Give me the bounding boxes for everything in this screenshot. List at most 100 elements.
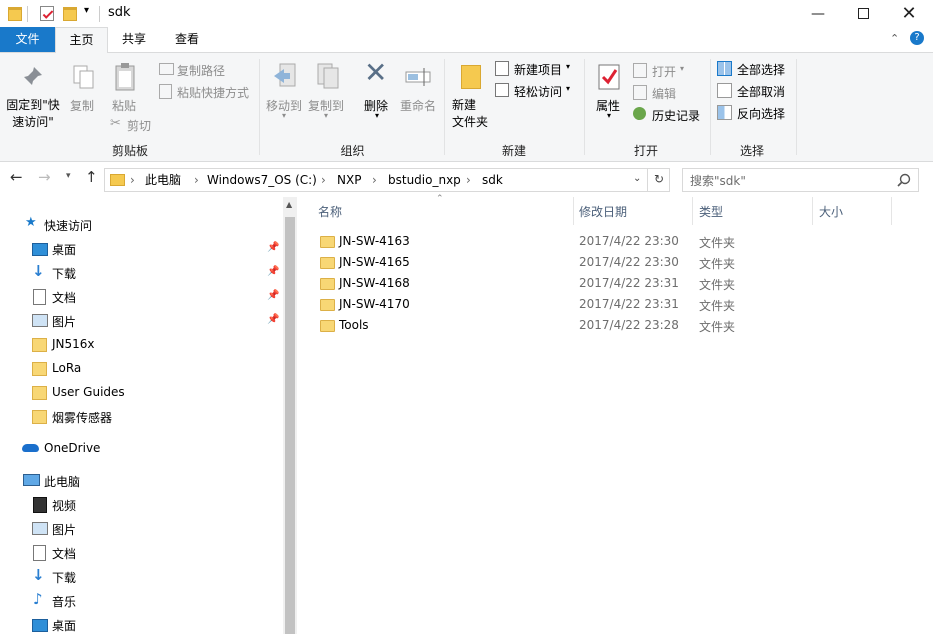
invert-selection-button[interactable]: 反向选择 (717, 105, 792, 123)
navigation-scrollbar[interactable]: ▲ (283, 197, 297, 634)
breadcrumb-this-pc[interactable]: 此电脑 (145, 169, 181, 191)
copy-path-label: 复制路径 (177, 64, 226, 78)
window-title: sdk (108, 5, 131, 20)
copy-to-button[interactable]: 复制到 ▾ (306, 59, 346, 129)
open-button[interactable]: 打开 ▾ (633, 63, 703, 81)
recent-locations-icon[interactable]: ▾ (66, 171, 71, 181)
select-none-button[interactable]: 全部取消 (717, 83, 792, 101)
nav-item-smoke-sensor[interactable]: 烟雾传感器 (0, 405, 280, 429)
edit-button[interactable]: 编辑 (633, 85, 703, 103)
new-folder-quick-icon[interactable] (63, 7, 77, 21)
nav-item-pc-downloads[interactable]: ↓ 下载 (0, 565, 280, 589)
easy-access-button[interactable]: 轻松访问 ▾ (495, 83, 580, 101)
pin-icon[interactable]: 📌 (267, 266, 279, 277)
copy-path-button[interactable]: 复制路径 (157, 62, 257, 80)
nav-quick-access[interactable]: ★ 快速访问 (0, 213, 280, 237)
nav-this-pc[interactable]: 此电脑 (0, 469, 280, 493)
nav-item-pc-documents[interactable]: 文档 (0, 541, 280, 565)
customize-qat-icon[interactable]: ▾ (84, 5, 89, 16)
nav-item-pc-pictures[interactable]: 图片 (0, 517, 280, 541)
help-icon[interactable]: ? (910, 31, 924, 45)
address-dropdown-icon[interactable]: ⌄ (633, 173, 641, 184)
tab-share[interactable]: 共享 (109, 27, 159, 52)
file-modified: 2017/4/22 23:30 (579, 234, 679, 248)
folder-icon (320, 278, 335, 290)
nav-item-downloads[interactable]: ↓ 下载 📌 (0, 261, 280, 285)
select-all-button[interactable]: 全部选择 (717, 61, 792, 79)
copy-button[interactable]: 复制 (66, 59, 100, 119)
nav-item-pc-desktop[interactable]: 桌面 (0, 613, 280, 637)
pin-icon[interactable]: 📌 (267, 314, 279, 325)
delete-button[interactable]: ✕ 删除 ▾ (360, 56, 394, 129)
history-button[interactable]: 历史记录 (633, 107, 708, 125)
breadcrumb-drive-c[interactable]: Windows7_OS (C:) (207, 169, 317, 191)
column-header-name[interactable]: 名称 (318, 203, 342, 220)
new-item-button[interactable]: 新建项目 ▾ (495, 61, 580, 79)
column-divider[interactable] (573, 197, 574, 225)
refresh-icon[interactable]: ↻ (654, 172, 664, 186)
forward-arrow-icon[interactable]: → (38, 168, 51, 186)
pin-icon[interactable]: 📌 (267, 290, 279, 301)
folder-icon (8, 7, 22, 21)
nav-item-music[interactable]: ♪ 音乐 (0, 589, 280, 613)
collapse-ribbon-icon[interactable]: ⌃ (890, 32, 899, 45)
nav-item-lora[interactable]: LoRa (0, 357, 280, 381)
minimize-button[interactable]: — (795, 0, 841, 27)
new-folder-button[interactable]: 新建 文件夹 (450, 59, 490, 139)
nav-onedrive[interactable]: OneDrive (0, 437, 280, 461)
file-row[interactable]: JN-SW-4163 2017/4/22 23:30 文件夹 (298, 231, 898, 252)
rename-button[interactable]: 重命名 (398, 59, 440, 119)
column-divider[interactable] (812, 197, 813, 225)
file-row[interactable]: Tools 2017/4/22 23:28 文件夹 (298, 315, 898, 336)
tab-view[interactable]: 查看 (161, 27, 213, 52)
nav-item-jn516x[interactable]: JN516x (0, 333, 280, 357)
column-header-type[interactable]: 类型 (699, 203, 723, 220)
group-separator (259, 59, 260, 155)
search-box[interactable]: 搜索"sdk" (682, 168, 919, 192)
file-row[interactable]: JN-SW-4165 2017/4/22 23:30 文件夹 (298, 252, 898, 273)
scroll-up-icon[interactable]: ▲ (286, 200, 292, 209)
nav-item-user-guides[interactable]: User Guides (0, 381, 280, 405)
column-divider[interactable] (891, 197, 892, 225)
nav-item-videos[interactable]: 视频 (0, 493, 280, 517)
back-arrow-icon[interactable]: ← (10, 168, 23, 186)
pin-quick-access-button[interactable]: 固定到"快速访问" (4, 59, 62, 139)
pin-icon[interactable]: 📌 (267, 242, 279, 253)
nav-item-desktop[interactable]: 桌面 📌 (0, 237, 280, 261)
cut-button[interactable]: ✂ 剪切 (108, 116, 168, 135)
cut-label: 剪切 (127, 119, 152, 133)
copy-path-icon (159, 63, 174, 75)
select-all-label: 全部选择 (737, 63, 786, 77)
search-icon[interactable] (897, 173, 911, 187)
breadcrumb-sdk[interactable]: sdk (482, 169, 503, 191)
cloud-icon (22, 444, 39, 452)
move-to-button[interactable]: 移动到 ▾ (264, 59, 304, 129)
new-item-icon (495, 61, 509, 76)
folder-icon (32, 362, 47, 376)
scrollbar-thumb[interactable] (285, 217, 295, 634)
column-header-size[interactable]: 大小 (819, 203, 843, 220)
close-button[interactable]: ✕ (886, 0, 932, 27)
select-all-icon (717, 61, 732, 76)
file-type: 文件夹 (699, 299, 736, 313)
nav-item-pictures[interactable]: 图片 📌 (0, 309, 280, 333)
breadcrumb-bstudio-nxp[interactable]: bstudio_nxp (388, 169, 461, 191)
file-row[interactable]: JN-SW-4168 2017/4/22 23:31 文件夹 (298, 273, 898, 294)
tab-home[interactable]: 主页 (55, 27, 108, 54)
group-label-open: 打开 (633, 144, 658, 158)
nav-item-documents[interactable]: 文档 📌 (0, 285, 280, 309)
properties-button[interactable]: 属性 ▾ (590, 59, 630, 129)
paste-shortcut-button[interactable]: 粘贴快捷方式 (157, 84, 257, 102)
sort-ascending-icon: ⌃ (436, 194, 444, 204)
properties-quick-icon[interactable] (40, 6, 54, 21)
tab-file[interactable]: 文件 (0, 27, 55, 52)
maximize-button[interactable] (840, 0, 886, 27)
column-divider[interactable] (692, 197, 693, 225)
invert-selection-icon (717, 105, 732, 120)
address-box[interactable]: › 此电脑 › Windows7_OS (C:) › NXP › bstudio… (104, 168, 670, 192)
up-arrow-icon[interactable]: ↑ (85, 168, 98, 186)
breadcrumb-nxp[interactable]: NXP (337, 169, 361, 191)
column-header-modified[interactable]: 修改日期 (579, 203, 627, 220)
file-row[interactable]: JN-SW-4170 2017/4/22 23:31 文件夹 (298, 294, 898, 315)
clipboard-icon (115, 63, 135, 91)
